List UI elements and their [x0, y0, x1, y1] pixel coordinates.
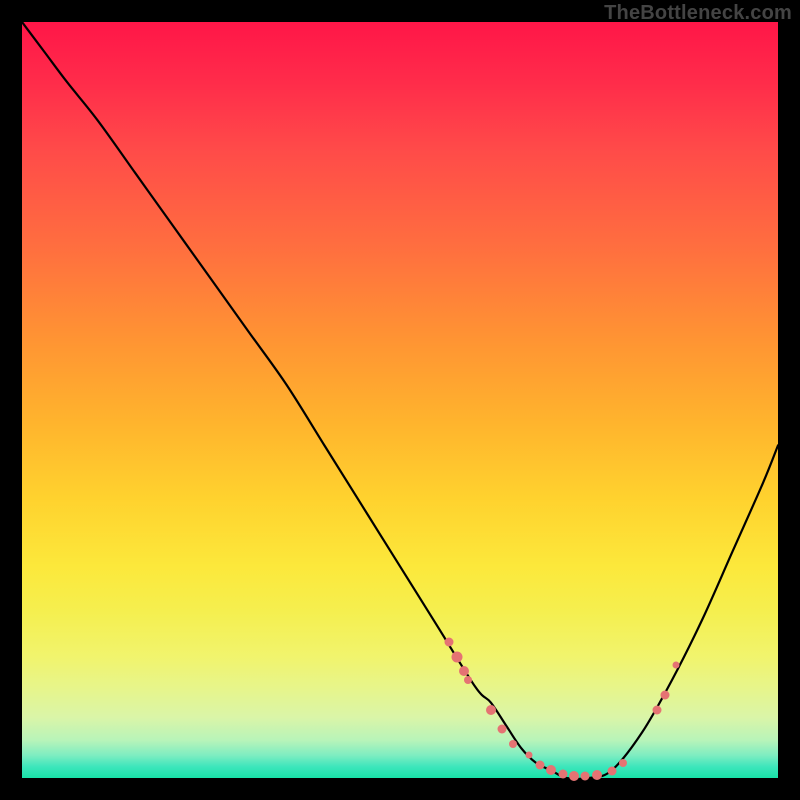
- chart-marker: [445, 637, 454, 646]
- chart-marker: [535, 761, 544, 770]
- chart-marker: [498, 724, 507, 733]
- chart-marker: [660, 690, 669, 699]
- chart-marker: [653, 705, 662, 714]
- chart-marker: [509, 740, 517, 748]
- chart-marker: [486, 705, 496, 715]
- curve-path: [22, 22, 778, 778]
- watermark-text: TheBottleneck.com: [604, 2, 792, 25]
- chart-marker: [558, 770, 567, 779]
- chart-marker: [619, 759, 627, 767]
- chart-marker: [451, 652, 462, 663]
- chart-marker: [592, 770, 602, 780]
- chart-marker: [581, 772, 590, 781]
- chart-marker: [464, 676, 472, 684]
- chart-curve: [22, 22, 778, 778]
- chart-plot-area: [22, 22, 778, 778]
- chart-marker: [546, 765, 556, 775]
- chart-marker: [459, 666, 469, 676]
- chart-marker: [607, 767, 616, 776]
- chart-marker: [525, 752, 532, 759]
- chart-marker: [672, 661, 679, 668]
- chart-marker: [569, 771, 579, 781]
- chart-container: TheBottleneck.com: [0, 0, 800, 800]
